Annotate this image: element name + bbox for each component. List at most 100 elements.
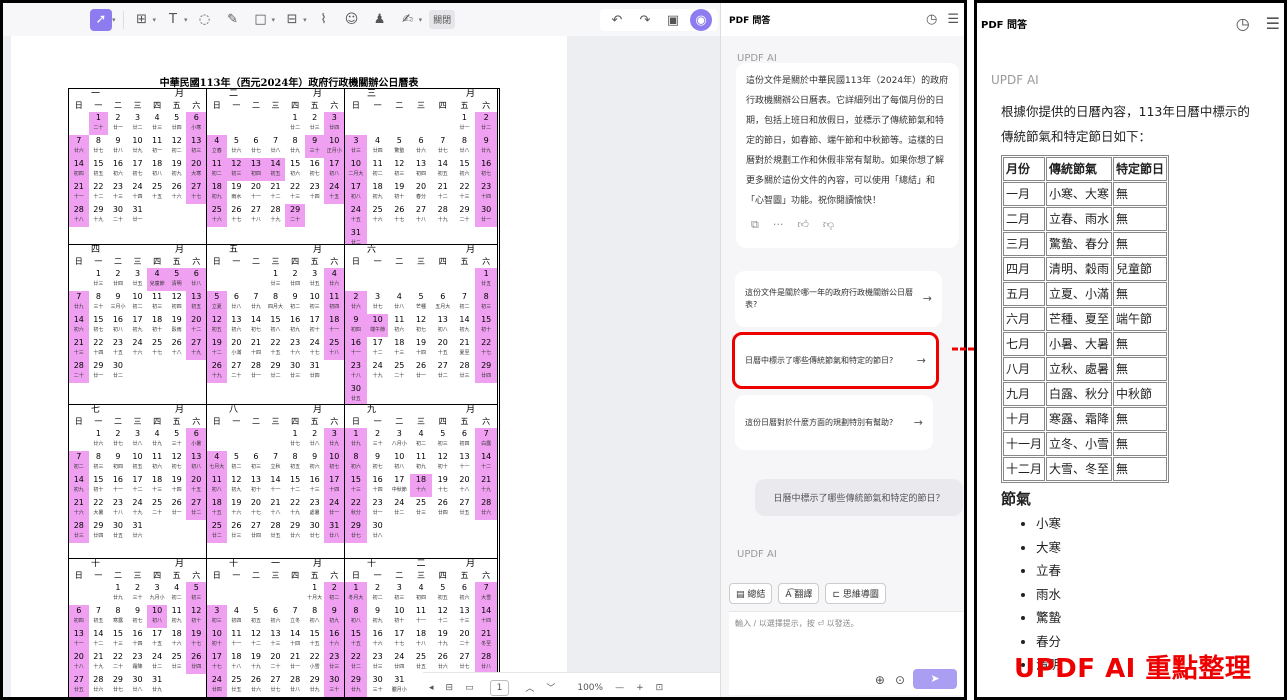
- pencil-tool-icon[interactable]: ✎: [222, 9, 244, 31]
- presentation-icon[interactable]: ▭: [465, 683, 474, 693]
- undo-icon[interactable]: ↶: [606, 9, 628, 31]
- collapse-icon[interactable]: ◂: [429, 683, 434, 693]
- shape-tool-icon[interactable]: □: [250, 9, 272, 31]
- table-cell: 三月: [1003, 232, 1046, 256]
- lunar-row: 初九 雨水 十一 十二 十三 十四 十五: [207, 192, 344, 204]
- table-cell: 無: [1113, 457, 1168, 481]
- lunar-row: 十五 十六 十七 十八 十九 二十 廿一: [345, 215, 497, 227]
- zoom-in-button[interactable]: +: [636, 683, 644, 693]
- mindmap-button[interactable]: ⊏ 思維導圖: [825, 583, 886, 604]
- date-row: 17 18 19 20 21 22 23: [345, 180, 497, 192]
- attachment-tool-icon[interactable]: ⌇: [313, 9, 335, 31]
- chevron-down-icon[interactable]: ▾: [112, 16, 116, 24]
- pdf-viewer[interactable]: 中華民國113年（西元2024年）政府行政機關辦公日曆表 一月日一二三四五六12…: [3, 36, 720, 697]
- suggestion-text: 這份文件是關於哪一年的政府行政機關辦公日曆表?: [745, 288, 913, 309]
- date-row: 24 25 26 27 28 29 30: [345, 203, 497, 215]
- close-button[interactable]: 關閉: [429, 10, 456, 29]
- chevron-down-icon[interactable]: ▾: [184, 16, 188, 24]
- date-row: 123456: [69, 267, 206, 279]
- lunar-row: 初四 初五 初六 初七 初八 初九 大寒: [69, 169, 206, 181]
- date-row: 14 15 16 17 18 19 20: [69, 157, 206, 169]
- lunar-row: 十六 十七 十八 十九 二十: [207, 215, 344, 227]
- date-row: 30: [345, 382, 497, 394]
- table-row: 五月 立夏、小滿無: [1003, 282, 1168, 306]
- table-cell: 立冬、小雪: [1046, 432, 1113, 456]
- table-row: 十月 寒露、霜降無: [1003, 407, 1168, 431]
- text-tool-icon[interactable]: T: [162, 9, 184, 31]
- sticker-tool-icon[interactable]: ☺: [341, 9, 363, 31]
- lunar-row: 初二 初三 初四 初五 初六 初七 初八: [69, 462, 206, 474]
- history-icon[interactable]: ◷: [1236, 14, 1250, 33]
- settings-icon[interactable]: ☰: [1266, 14, 1280, 33]
- settings-icon[interactable]: ☰: [947, 12, 959, 27]
- next-page-icon[interactable]: ﹀: [546, 681, 555, 694]
- fit-page-icon[interactable]: ⊡: [656, 683, 664, 693]
- table-row: 九月 白露、秋分 中秋節: [1003, 382, 1168, 406]
- thumbs-up-icon[interactable]: 👍︎: [797, 218, 809, 232]
- select-tool-icon[interactable]: ➚: [90, 8, 112, 31]
- list-item: 雨水: [1036, 583, 1261, 607]
- zoom-out-button[interactable]: —: [615, 683, 624, 693]
- chevron-down-icon[interactable]: ▾: [303, 16, 307, 24]
- month-8: 八月日一二三四五六 1 2 3 廿七 廿八 廿九 4 5 6 7 8 9 10 七月大 初二 初三 立秋 初五 初六初…: [207, 405, 345, 559]
- text-box-tool-icon[interactable]: ⊞: [131, 9, 153, 31]
- suggestion-text: 日曆中標示了哪些傳統節氣和特定的節日?: [745, 355, 894, 365]
- table-cell: 大雪、冬至: [1046, 457, 1113, 481]
- lunar-row: 廿六 廿七 廿八 廿九 三十 小暑: [69, 439, 206, 451]
- table-cell: 十一月: [1003, 432, 1046, 456]
- copy-icon[interactable]: ⧉: [751, 218, 759, 232]
- chevron-down-icon[interactable]: ▾: [153, 16, 157, 24]
- lunar-row: 立春 廿六 廿七 廿八 廿九 三十 正月小: [207, 146, 344, 158]
- prev-page-icon[interactable]: ︿: [525, 681, 534, 694]
- save-icon[interactable]: ▣: [662, 9, 684, 31]
- date-row: 23 24 25 26 27 28 29: [345, 359, 497, 371]
- more-icon[interactable]: ···: [773, 218, 784, 232]
- table-cell: 清明、穀雨: [1046, 257, 1113, 281]
- date-row: 123456: [69, 111, 206, 123]
- table-cell: 驚蟄、春分: [1046, 232, 1113, 256]
- image-icon[interactable]: ⊕: [875, 673, 885, 687]
- summarize-button[interactable]: ▤ 總結: [729, 583, 773, 604]
- table-cell: 立春、雨水: [1046, 207, 1113, 231]
- table-cell: 一月: [1003, 182, 1046, 206]
- page-layout-icon[interactable]: ⊟: [446, 683, 454, 693]
- history-icon[interactable]: ◷: [926, 12, 937, 27]
- date-row: 6 7 8 9 10 11 12: [69, 604, 206, 616]
- measure-tool-icon[interactable]: ⊟: [281, 9, 303, 31]
- stamp-tool-icon[interactable]: ♟: [369, 9, 391, 31]
- weekday-row: 日一二三四五六: [74, 571, 201, 580]
- comment-tool-icon[interactable]: ◌: [194, 9, 216, 31]
- chevron-down-icon[interactable]: ▾: [419, 16, 423, 24]
- weekday-row: 日一二三四五六: [74, 257, 201, 266]
- lunar-row: 初三 初四 初五 初六 立冬 初八 初九: [207, 616, 344, 628]
- suggestion-3[interactable]: 這份日曆對於什麼方面的規劃特別有幫助? →: [735, 395, 933, 450]
- thumbs-down-icon[interactable]: 👎︎: [823, 218, 834, 232]
- zoom-level[interactable]: 100%: [577, 683, 603, 693]
- date-row: 16 17 18 19 20 21 22: [345, 336, 497, 348]
- month-label: 八月: [229, 405, 322, 415]
- response-intro: 根據你提供的日曆內容，113年日曆中標示的傳統節氣和特定節日如下：: [1001, 104, 1250, 144]
- table-row: 二月 立春、雨水無: [1003, 207, 1168, 231]
- date-row: 3456789: [345, 134, 497, 146]
- suggestion-2[interactable]: 日曆中標示了哪些傳統節氣和特定的節日? →: [732, 332, 939, 389]
- lunar-row: 二十 廿一 廿二: [69, 371, 206, 383]
- date-row: 14 15 16 17 18 19 20: [69, 473, 206, 485]
- lunar-row: 十六 大暑 十八 十九 二十 廿一 廿二: [69, 508, 206, 520]
- lunar-row: 廿九 三十 八月小 初二 初三 初四 白露: [345, 439, 497, 451]
- translate-button[interactable]: A͡ 翻譯: [778, 583, 820, 604]
- chat-input[interactable]: 輸入 / 以選擇提示，按 ⏎ 以發送。 ⊕ ⊙ ➤: [729, 611, 963, 695]
- lunar-row: 立夏 廿八 廿九 四月大 初二 初三 初四: [207, 302, 344, 314]
- page-number-field[interactable]: 1: [489, 679, 510, 696]
- month-9: 九月日一二三四五六 1 2 3 4 5 6 7 廿九 三十 八月小 初二 初三 初四 白露 8 9 10 11 12 1…: [345, 405, 498, 559]
- date-row: 13 14 15 16 17 18 19: [69, 627, 206, 639]
- send-button[interactable]: ➤: [913, 669, 957, 689]
- screenshot-icon[interactable]: ⊙: [895, 673, 905, 687]
- signature-tool-icon[interactable]: ✍: [397, 9, 419, 31]
- redo-icon[interactable]: ↷: [634, 9, 656, 31]
- table-row: 一月 小寒、大寒無: [1003, 182, 1168, 206]
- chevron-down-icon[interactable]: ▾: [272, 16, 276, 24]
- suggestion-1[interactable]: 這份文件是關於哪一年的政府行政機關辦公日曆表? →: [735, 271, 942, 327]
- table-cell: 無: [1113, 357, 1168, 381]
- date-row: 123: [207, 427, 344, 439]
- ai-assistant-icon[interactable]: ◉: [690, 9, 712, 31]
